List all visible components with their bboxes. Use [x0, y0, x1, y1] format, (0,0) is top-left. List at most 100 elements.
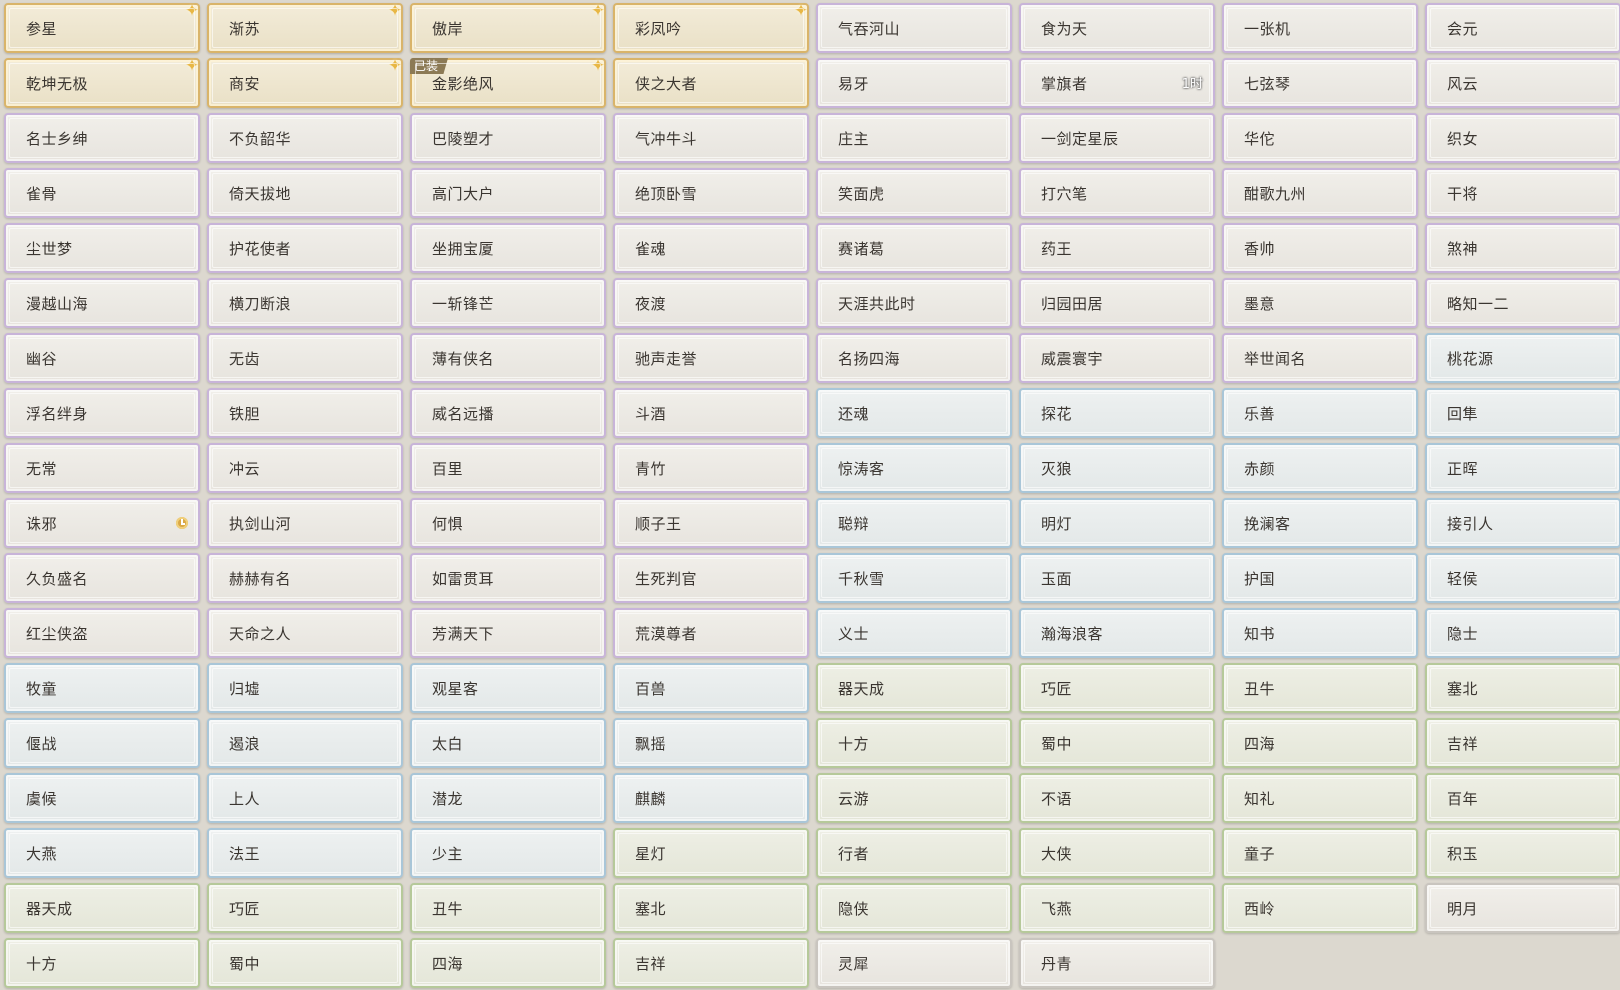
title-card[interactable]: 幽谷 — [4, 333, 200, 383]
title-card[interactable]: 食为天 — [1019, 3, 1215, 53]
title-card[interactable]: 傲岸 ✦ — [410, 2, 606, 53]
title-card[interactable]: 四海 — [1222, 718, 1418, 768]
title-card[interactable]: 驰声走誉 — [613, 333, 809, 383]
title-card[interactable]: 如雷贯耳 — [410, 553, 606, 603]
title-card[interactable]: 漫越山海 — [4, 278, 200, 328]
title-card[interactable]: 百兽 — [613, 663, 809, 713]
title-card[interactable]: 明月 — [1425, 883, 1620, 933]
title-card[interactable]: 归园田居 — [1019, 278, 1215, 328]
title-card[interactable]: 薄有侠名 — [410, 333, 606, 383]
title-card[interactable]: 墨意 — [1222, 278, 1418, 328]
title-card[interactable]: 赫赫有名 — [207, 553, 403, 603]
title-card[interactable]: 飘摇 — [613, 718, 809, 768]
title-card[interactable]: 干将 — [1425, 168, 1620, 218]
title-card[interactable]: 回隼 — [1425, 388, 1620, 438]
title-card[interactable]: 雀骨 — [4, 168, 200, 218]
title-card[interactable]: 四海 — [410, 938, 606, 988]
title-card[interactable]: 威名远播 — [410, 388, 606, 438]
title-card[interactable]: 聪辩 — [816, 498, 1012, 548]
title-card[interactable]: 参星 ✦ — [4, 2, 200, 53]
title-card[interactable]: 巴陵塑才 — [410, 113, 606, 163]
title-card[interactable]: 吉祥 — [1425, 718, 1620, 768]
title-card[interactable]: 略知一二 — [1425, 278, 1620, 328]
title-card[interactable]: 久负盛名 — [4, 553, 200, 603]
title-card[interactable]: 不语 — [1019, 773, 1215, 823]
title-card[interactable]: 举世闻名 — [1222, 333, 1418, 383]
title-card[interactable]: 冲云 — [207, 443, 403, 493]
title-card[interactable]: 西岭 — [1222, 883, 1418, 933]
title-card[interactable]: 一张机 — [1222, 3, 1418, 53]
title-card[interactable]: 浮名绊身 — [4, 388, 200, 438]
title-card[interactable]: 牧童 — [4, 663, 200, 713]
title-card[interactable]: 顺子王 — [613, 498, 809, 548]
title-card[interactable]: 易牙 — [816, 58, 1012, 108]
title-card[interactable]: 生死判官 — [613, 553, 809, 603]
title-card[interactable]: 酣歌九州 — [1222, 168, 1418, 218]
title-card[interactable]: 笑面虎 — [816, 168, 1012, 218]
title-card[interactable]: 无齿 — [207, 333, 403, 383]
title-card[interactable]: 彩凤吟 ✦ — [613, 2, 809, 53]
title-card[interactable]: 接引人 — [1425, 498, 1620, 548]
title-card[interactable]: 巧匠 — [207, 883, 403, 933]
title-card[interactable]: 瀚海浪客 — [1019, 608, 1215, 658]
title-card[interactable]: 赛诸葛 — [816, 223, 1012, 273]
title-card[interactable]: 华佗 — [1222, 113, 1418, 163]
title-card[interactable]: 荒漠尊者 — [613, 608, 809, 658]
title-card[interactable]: 药王 — [1019, 223, 1215, 273]
title-card[interactable]: 百年 — [1425, 773, 1620, 823]
title-card[interactable]: 明灯 — [1019, 498, 1215, 548]
title-card[interactable]: 无常 — [4, 443, 200, 493]
title-card[interactable]: 法王 — [207, 828, 403, 878]
title-card[interactable]: 少主 — [410, 828, 606, 878]
title-card[interactable]: 高门大户 — [410, 168, 606, 218]
title-card[interactable]: 金影绝风 ✦ 已装 — [410, 57, 606, 108]
title-card[interactable]: 虞候 — [4, 773, 200, 823]
title-card[interactable]: 灵犀 — [816, 938, 1012, 988]
title-card[interactable]: 惊涛客 — [816, 443, 1012, 493]
title-card[interactable]: 太白 — [410, 718, 606, 768]
title-card[interactable]: 天涯共此时 — [816, 278, 1012, 328]
title-card[interactable]: 威震寰宇 — [1019, 333, 1215, 383]
title-card[interactable]: 乐善 — [1222, 388, 1418, 438]
title-card[interactable]: 灭狼 — [1019, 443, 1215, 493]
title-card[interactable]: 赤颜 — [1222, 443, 1418, 493]
title-card[interactable]: 渐苏 ✦ — [207, 2, 403, 53]
title-card[interactable]: 塞北 — [613, 883, 809, 933]
title-card[interactable]: 会元 — [1425, 3, 1620, 53]
title-card[interactable]: 天命之人 — [207, 608, 403, 658]
title-card[interactable]: 还魂 — [816, 388, 1012, 438]
title-card[interactable]: 器天成 — [4, 883, 200, 933]
title-card[interactable]: 何惧 — [410, 498, 606, 548]
title-card[interactable]: 气吞河山 — [816, 3, 1012, 53]
title-card[interactable]: 轻侯 — [1425, 553, 1620, 603]
title-card[interactable]: 商安 ✦ — [207, 57, 403, 108]
title-card[interactable]: 横刀断浪 — [207, 278, 403, 328]
title-card[interactable]: 桃花源 — [1425, 333, 1620, 383]
title-card[interactable]: 名士乡绅 — [4, 113, 200, 163]
title-card[interactable]: 偃战 — [4, 718, 200, 768]
title-card[interactable]: 芳满天下 — [410, 608, 606, 658]
title-card[interactable]: 红尘侠盗 — [4, 608, 200, 658]
title-card[interactable]: 乾坤无极 ✦ — [4, 57, 200, 108]
title-card[interactable]: 大侠 — [1019, 828, 1215, 878]
title-card[interactable]: 百里 — [410, 443, 606, 493]
title-card[interactable]: 潜龙 — [410, 773, 606, 823]
title-card[interactable]: 香帅 — [1222, 223, 1418, 273]
title-card[interactable]: 吉祥 — [613, 938, 809, 988]
title-card[interactable]: 云游 — [816, 773, 1012, 823]
title-card[interactable]: 塞北 — [1425, 663, 1620, 713]
title-card[interactable]: 煞神 — [1425, 223, 1620, 273]
title-card[interactable]: 诛邪 — [4, 498, 200, 548]
title-card[interactable]: 童子 — [1222, 828, 1418, 878]
title-card[interactable]: 蜀中 — [1019, 718, 1215, 768]
title-card[interactable]: 大燕 — [4, 828, 200, 878]
title-card[interactable]: 麒麟 — [613, 773, 809, 823]
title-card[interactable]: 丑牛 — [410, 883, 606, 933]
title-card[interactable]: 十方 — [4, 938, 200, 988]
title-card[interactable]: 不负韶华 — [207, 113, 403, 163]
title-card[interactable]: 十方 — [816, 718, 1012, 768]
title-card[interactable]: 隐侠 — [816, 883, 1012, 933]
title-card[interactable]: 隐士 — [1425, 608, 1620, 658]
title-card[interactable]: 器天成 — [816, 663, 1012, 713]
title-card[interactable]: 行者 — [816, 828, 1012, 878]
